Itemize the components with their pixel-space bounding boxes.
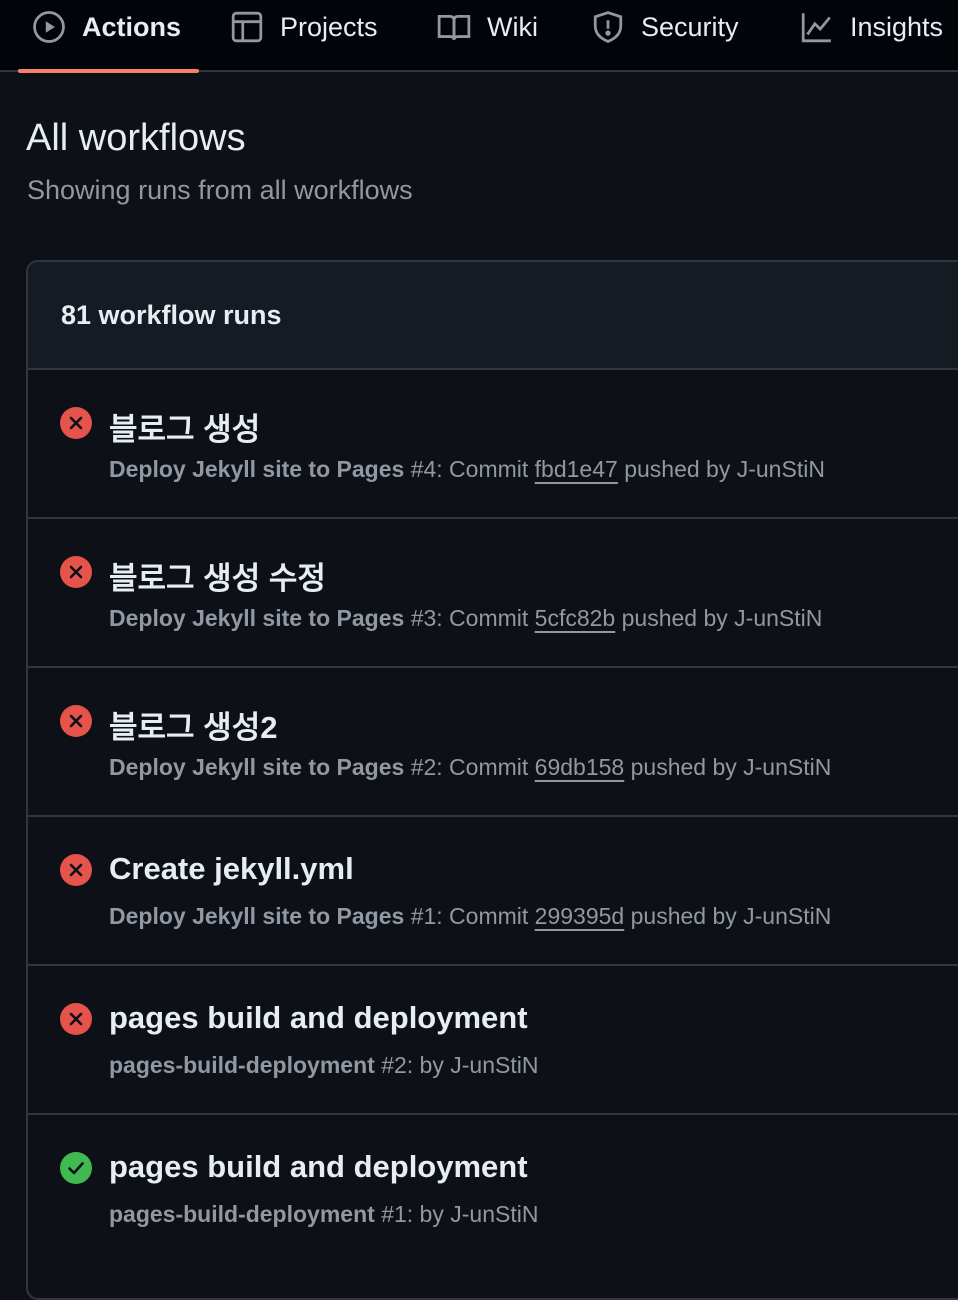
- run-meta: pages-build-deployment #2: by J-unStiN: [109, 1052, 538, 1079]
- page-title: All workflows: [26, 117, 246, 159]
- run-number: #1: [410, 903, 437, 929]
- workflow-run-row[interactable]: Create jekyll.yml Deploy Jekyll site to …: [28, 817, 958, 966]
- run-pushed-by: pushed by J-unStiN: [617, 456, 825, 482]
- run-number: #1: [381, 1201, 407, 1227]
- tab-insights-label: Insights: [850, 11, 944, 42]
- tab-actions-label: Actions: [82, 11, 182, 42]
- commit-sha-link[interactable]: fbd1e47: [535, 456, 618, 482]
- workflow-run-row[interactable]: 블로그 생성 Deploy Jekyll site to Pages #4: C…: [28, 370, 958, 519]
- commit-sha-link[interactable]: 69db158: [535, 754, 625, 780]
- page-subtitle: Showing runs from all workflows: [27, 175, 413, 205]
- workflow-runs-list: 81 workflow runs 블로그 생성 Deploy Jekyll si…: [26, 260, 958, 1300]
- run-commit-prefix: : Commit: [436, 605, 535, 631]
- run-title[interactable]: 블로그 생성 수정: [109, 553, 326, 598]
- table-icon: [231, 11, 263, 43]
- run-pushed-by: pushed by J-unStiN: [615, 605, 823, 631]
- active-tab-indicator: [18, 69, 199, 73]
- run-commit-prefix: : Commit: [436, 754, 535, 780]
- run-number: #4: [410, 456, 437, 482]
- run-pushed-by: pushed by J-unStiN: [624, 903, 832, 929]
- x-circle-fill-icon: [60, 705, 92, 737]
- tab-actions[interactable]: Actions: [32, 0, 181, 54]
- x-circle-fill-icon: [60, 854, 92, 886]
- run-title[interactable]: 블로그 생성2: [109, 702, 277, 747]
- commit-sha-link[interactable]: 299395d: [535, 903, 625, 929]
- run-workflow-name: Deploy Jekyll site to Pages: [109, 903, 405, 929]
- repo-nav: Actions Projects Wiki Security Insights: [0, 0, 958, 73]
- book-icon: [437, 14, 471, 40]
- tab-projects[interactable]: Projects: [230, 0, 378, 54]
- run-commit-prefix: : by J-unStiN: [406, 1201, 539, 1227]
- workflow-run-row[interactable]: pages build and deployment pages-build-d…: [28, 1115, 958, 1264]
- run-meta: Deploy Jekyll site to Pages #4: Commit f…: [109, 456, 825, 483]
- tab-wiki[interactable]: Wiki: [437, 0, 538, 54]
- run-title[interactable]: Create jekyll.yml: [109, 851, 354, 887]
- tab-projects-label: Projects: [280, 11, 378, 42]
- commit-sha-link[interactable]: 5cfc82b: [535, 605, 616, 631]
- run-meta: Deploy Jekyll site to Pages #2: Commit 6…: [109, 754, 831, 781]
- workflow-run-row[interactable]: 블로그 생성2 Deploy Jekyll site to Pages #2: …: [28, 668, 958, 817]
- run-commit-prefix: : by J-unStiN: [406, 1052, 539, 1078]
- shield-icon: [593, 11, 623, 43]
- run-number: #2: [410, 754, 437, 780]
- x-circle-fill-icon: [60, 556, 92, 588]
- run-commit-prefix: : Commit: [436, 456, 535, 482]
- run-number: #2: [381, 1052, 407, 1078]
- x-circle-fill-icon: [60, 407, 92, 439]
- run-meta: Deploy Jekyll site to Pages #1: Commit 2…: [109, 903, 831, 930]
- runs-count: 81 workflow runs: [61, 300, 282, 330]
- tab-insights[interactable]: Insights: [800, 0, 943, 54]
- tab-wiki-label: Wiki: [487, 11, 538, 42]
- check-circle-fill-icon: [60, 1152, 92, 1184]
- play-icon: [33, 11, 65, 43]
- run-title[interactable]: pages build and deployment: [109, 1149, 528, 1185]
- run-workflow-name: Deploy Jekyll site to Pages: [109, 605, 405, 631]
- run-pushed-by: pushed by J-unStiN: [624, 754, 832, 780]
- run-meta: pages-build-deployment #1: by J-unStiN: [109, 1201, 538, 1228]
- run-workflow-name: pages-build-deployment: [109, 1201, 375, 1227]
- run-workflow-name: Deploy Jekyll site to Pages: [109, 456, 405, 482]
- workflow-run-row[interactable]: pages build and deployment pages-build-d…: [28, 966, 958, 1115]
- run-title[interactable]: 블로그 생성: [109, 404, 260, 449]
- run-workflow-name: Deploy Jekyll site to Pages: [109, 754, 405, 780]
- run-title[interactable]: pages build and deployment: [109, 1000, 528, 1036]
- tab-security-label: Security: [641, 11, 739, 42]
- run-workflow-name: pages-build-deployment: [109, 1052, 375, 1078]
- graph-icon: [801, 13, 831, 43]
- x-circle-fill-icon: [60, 1003, 92, 1035]
- tab-security[interactable]: Security: [591, 0, 739, 54]
- run-number: #3: [410, 605, 437, 631]
- run-meta: Deploy Jekyll site to Pages #3: Commit 5…: [109, 605, 822, 632]
- run-commit-prefix: : Commit: [436, 903, 535, 929]
- workflow-run-row[interactable]: 블로그 생성 수정 Deploy Jekyll site to Pages #3…: [28, 519, 958, 668]
- runs-list-header: 81 workflow runs: [28, 262, 958, 370]
